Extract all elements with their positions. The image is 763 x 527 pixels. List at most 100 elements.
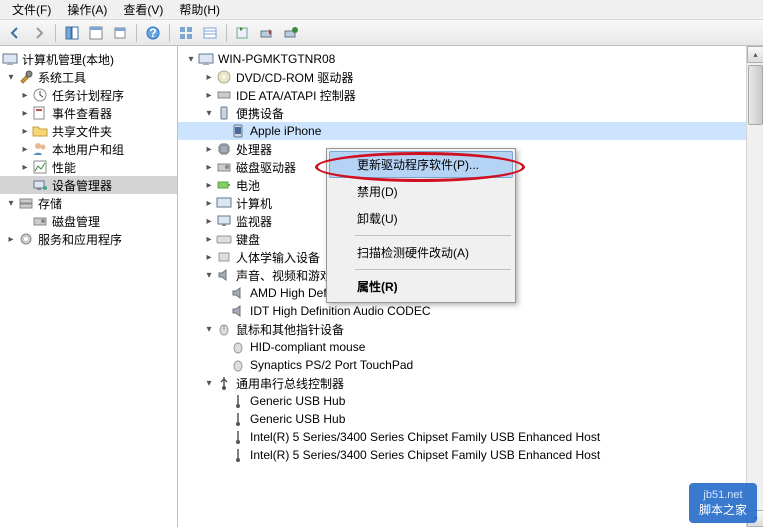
dev-label: 键盘: [236, 231, 260, 248]
view-list-icon[interactable]: [199, 22, 221, 44]
storage-icon: [18, 195, 34, 211]
tree-label: 磁盘管理: [52, 213, 100, 230]
dev-label: Synaptics PS/2 Port TouchPad: [250, 358, 413, 372]
twisty-icon[interactable]: [202, 178, 216, 192]
dev-hid-mouse[interactable]: HID-compliant mouse: [178, 338, 763, 356]
twisty-icon[interactable]: [202, 196, 216, 210]
tree-services[interactable]: 服务和应用程序: [0, 230, 177, 248]
dev-usb[interactable]: 通用串行总线控制器: [178, 374, 763, 392]
dev-label: 监视器: [236, 213, 272, 230]
twisty-icon[interactable]: [202, 376, 216, 390]
tree-users[interactable]: 本地用户和组: [0, 140, 177, 158]
dev-host[interactable]: WIN-PGMKTGTNR08: [178, 50, 763, 68]
svg-text:?: ?: [149, 26, 156, 40]
export-icon[interactable]: [109, 22, 131, 44]
ctx-uninstall[interactable]: 卸载(U): [329, 205, 513, 232]
twisty-icon[interactable]: [4, 70, 18, 84]
ctx-properties[interactable]: 属性(R): [329, 273, 513, 300]
menu-file[interactable]: 文件(F): [4, 0, 59, 20]
dev-usb-hub[interactable]: Generic USB Hub: [178, 392, 763, 410]
dev-label: 便携设备: [236, 105, 284, 122]
twisty-icon[interactable]: [202, 214, 216, 228]
ctx-update-driver[interactable]: 更新驱动程序软件(P)...: [329, 151, 513, 178]
dev-label: Intel(R) 5 Series/3400 Series Chipset Fa…: [250, 430, 600, 444]
tree-eventviewer[interactable]: 事件查看器: [0, 104, 177, 122]
speaker-icon: [230, 303, 246, 319]
twisty-icon[interactable]: [202, 160, 216, 174]
tree-root[interactable]: 计算机管理(本地): [0, 50, 177, 68]
tree-label: 服务和应用程序: [38, 231, 122, 248]
scan-icon[interactable]: [256, 22, 278, 44]
ctx-scan-hardware[interactable]: 扫描检测硬件改动(A): [329, 239, 513, 266]
properties-icon[interactable]: [85, 22, 107, 44]
show-hide-icon[interactable]: [61, 22, 83, 44]
dev-label: Generic USB Hub: [250, 412, 345, 426]
refresh-icon[interactable]: [232, 22, 254, 44]
tree-label: 性能: [52, 159, 76, 176]
twisty-icon[interactable]: [202, 268, 216, 282]
vertical-scrollbar[interactable]: ▴ ▾: [746, 46, 763, 527]
watermark: jb51.net 脚本之家: [689, 483, 757, 523]
dev-dvd[interactable]: DVD/CD-ROM 驱动器: [178, 68, 763, 86]
twisty-icon[interactable]: [202, 70, 216, 84]
twisty-icon[interactable]: [18, 106, 32, 120]
menu-help[interactable]: 帮助(H): [171, 0, 228, 20]
menubar: 文件(F) 操作(A) 查看(V) 帮助(H): [0, 0, 763, 20]
twisty-icon[interactable]: [4, 196, 18, 210]
sound-icon: [216, 267, 232, 283]
dev-intel-usb[interactable]: Intel(R) 5 Series/3400 Series Chipset Fa…: [178, 446, 763, 464]
dev-usb-hub[interactable]: Generic USB Hub: [178, 410, 763, 428]
tree-scheduler[interactable]: 任务计划程序: [0, 86, 177, 104]
menu-view[interactable]: 查看(V): [115, 0, 171, 20]
scroll-thumb[interactable]: [748, 65, 763, 125]
tree-label: 系统工具: [38, 69, 86, 86]
twisty-icon[interactable]: [4, 232, 18, 246]
tree-label: 事件查看器: [52, 105, 112, 122]
menu-action[interactable]: 操作(A): [59, 0, 115, 20]
view-large-icon[interactable]: [175, 22, 197, 44]
mouse-icon: [216, 321, 232, 337]
twisty-icon[interactable]: [18, 124, 32, 138]
disk-icon: [32, 213, 48, 229]
twisty-icon[interactable]: [18, 142, 32, 156]
folder-icon: [32, 123, 48, 139]
usb-icon: [230, 447, 246, 463]
ctx-disable[interactable]: 禁用(D): [329, 178, 513, 205]
forward-icon[interactable]: [28, 22, 50, 44]
tree-diskmgmt[interactable]: 磁盘管理: [0, 212, 177, 230]
tree-system-tools[interactable]: 系统工具: [0, 68, 177, 86]
dev-label: 计算机: [236, 195, 272, 212]
usb-icon: [230, 411, 246, 427]
tree-performance[interactable]: 性能: [0, 158, 177, 176]
dev-mouse[interactable]: 鼠标和其他指针设备: [178, 320, 763, 338]
usb-icon: [216, 375, 232, 391]
separator: [55, 24, 56, 42]
uninstall-icon[interactable]: [280, 22, 302, 44]
perf-icon: [32, 159, 48, 175]
scroll-up-icon[interactable]: ▴: [747, 46, 763, 63]
usb-icon: [230, 429, 246, 445]
twisty-icon[interactable]: [202, 88, 216, 102]
dev-synaptics[interactable]: Synaptics PS/2 Port TouchPad: [178, 356, 763, 374]
twisty-icon[interactable]: [18, 160, 32, 174]
dev-idt-audio[interactable]: IDT High Definition Audio CODEC: [178, 302, 763, 320]
twisty-icon[interactable]: [184, 52, 198, 66]
twisty-icon[interactable]: [18, 88, 32, 102]
help-icon[interactable]: ?: [142, 22, 164, 44]
event-icon: [32, 105, 48, 121]
twisty-icon[interactable]: [202, 322, 216, 336]
twisty-icon[interactable]: [202, 106, 216, 120]
dev-ide[interactable]: IDE ATA/ATAPI 控制器: [178, 86, 763, 104]
tree-shared[interactable]: 共享文件夹: [0, 122, 177, 140]
twisty-icon[interactable]: [202, 232, 216, 246]
dev-portable[interactable]: 便携设备: [178, 104, 763, 122]
dev-intel-usb[interactable]: Intel(R) 5 Series/3400 Series Chipset Fa…: [178, 428, 763, 446]
tree-device-manager[interactable]: 设备管理器: [0, 176, 177, 194]
tree-storage[interactable]: 存储: [0, 194, 177, 212]
back-icon[interactable]: [4, 22, 26, 44]
twisty-icon[interactable]: [202, 142, 216, 156]
computer-mgmt-icon: [2, 51, 18, 67]
hid-icon: [216, 249, 232, 265]
dev-apple-iphone[interactable]: Apple iPhone: [178, 122, 763, 140]
twisty-icon[interactable]: [202, 250, 216, 264]
